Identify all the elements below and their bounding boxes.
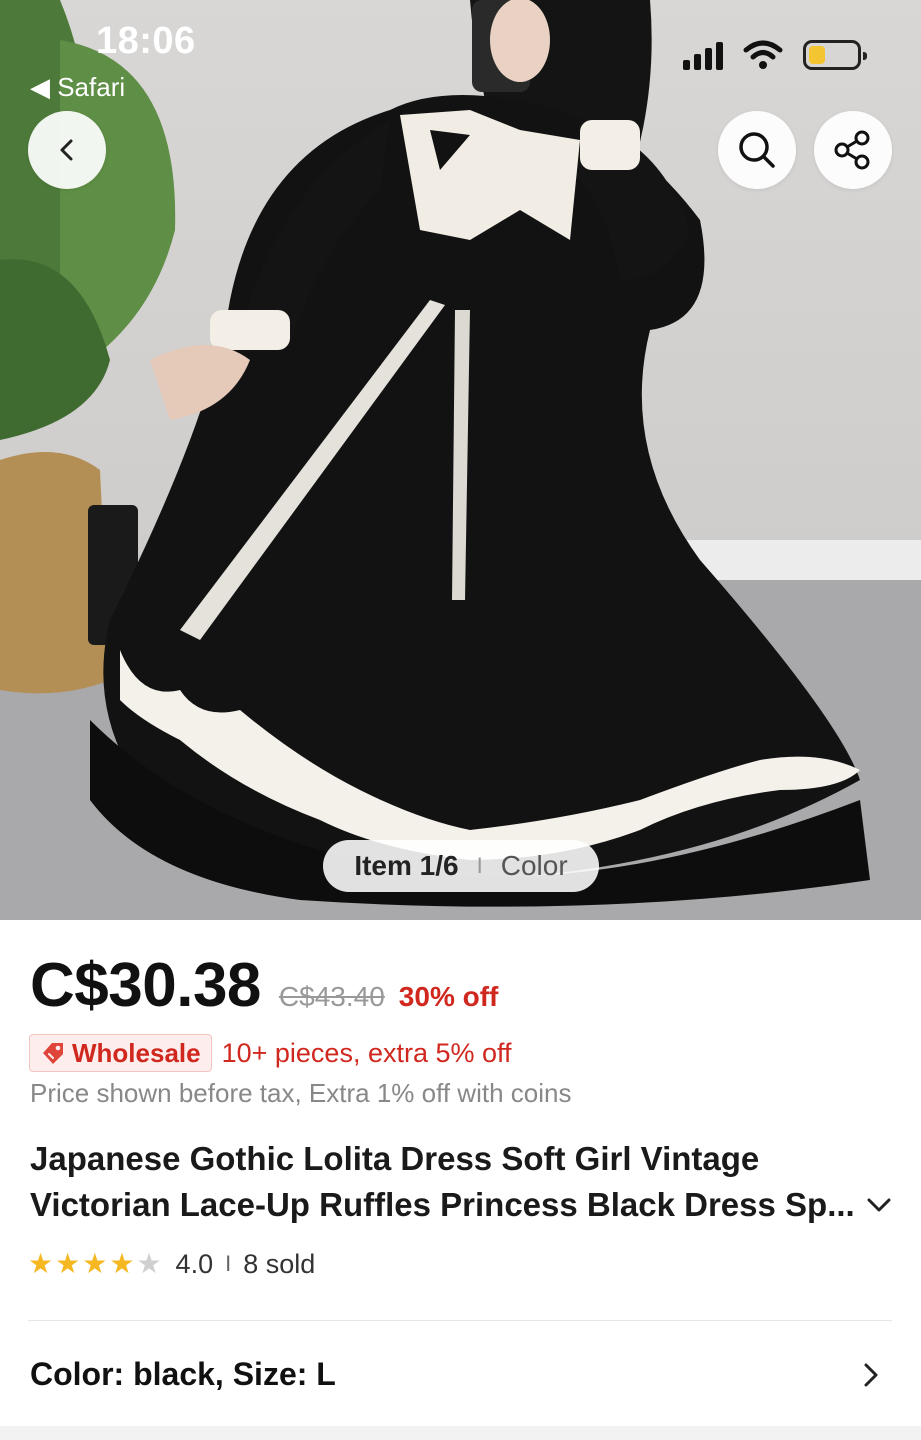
rating-row[interactable]: ★ ★ ★ ★ ★ 4.0 I 8 sold xyxy=(28,1248,315,1280)
star-empty-icon: ★ xyxy=(136,1248,162,1279)
search-icon xyxy=(739,132,775,168)
discount-badge: 30% off xyxy=(398,981,499,1012)
star-filled-icon: ★ xyxy=(109,1248,135,1279)
gallery-color-tab[interactable]: Color xyxy=(501,850,568,882)
wholesale-offer: 10+ pieces, extra 5% off xyxy=(221,1037,512,1068)
section-divider xyxy=(28,1320,892,1321)
current-price: C$30.38 xyxy=(30,951,261,1020)
cellular-signal-icon xyxy=(683,40,723,70)
chevron-left-icon xyxy=(60,139,73,161)
star-filled-icon: ★ xyxy=(82,1248,108,1279)
price-row: C$30.38 C$43.40 30% off xyxy=(30,950,498,1021)
wholesale-label: Wholesale xyxy=(72,1037,201,1068)
star-filled-icon: ★ xyxy=(55,1248,81,1279)
variant-selector[interactable]: Color: black, Size: L xyxy=(0,1322,921,1426)
back-button[interactable] xyxy=(28,111,106,189)
chevron-right-icon xyxy=(864,1363,878,1387)
rating-value: 4.0 xyxy=(175,1248,214,1279)
gallery-divider: I xyxy=(476,853,483,878)
tax-note: Price shown before tax, Extra 1% off wit… xyxy=(30,1078,572,1108)
gallery-counter: Item 1/6 xyxy=(354,850,459,881)
share-button[interactable] xyxy=(814,111,892,189)
rating-divider: I xyxy=(225,1251,232,1276)
original-price: C$43.40 xyxy=(278,981,385,1012)
share-icon xyxy=(834,130,870,170)
chevron-down-icon[interactable] xyxy=(862,1188,896,1222)
battery-icon xyxy=(803,40,867,70)
price-tag-icon xyxy=(43,1043,63,1064)
variant-label: Color: black, Size: L xyxy=(30,1355,336,1392)
wholesale-tag: Wholesale xyxy=(29,1034,212,1072)
star-filled-icon: ★ xyxy=(28,1248,54,1279)
wifi-icon xyxy=(743,40,783,69)
product-title[interactable]: Japanese Gothic Lolita Dress Soft Girl V… xyxy=(30,1136,860,1228)
star-rating: ★ ★ ★ ★ ★ xyxy=(28,1248,162,1280)
sold-count: 8 sold xyxy=(243,1248,316,1279)
bottom-strip xyxy=(0,1426,921,1440)
gallery-pager[interactable]: Item 1/6 I Color xyxy=(323,840,599,892)
wholesale-promo[interactable]: Wholesale 10+ pieces, extra 5% off xyxy=(29,1034,512,1072)
status-time: 18:06 xyxy=(96,20,196,62)
product-title-line2: Victorian Lace-Up Ruffles Princess Black… xyxy=(30,1186,855,1223)
search-button[interactable] xyxy=(718,111,796,189)
back-to-safari-link[interactable]: ◀ Safari xyxy=(30,72,125,103)
status-indicators xyxy=(683,40,867,70)
product-title-line1: Japanese Gothic Lolita Dress Soft Girl V… xyxy=(30,1140,760,1177)
